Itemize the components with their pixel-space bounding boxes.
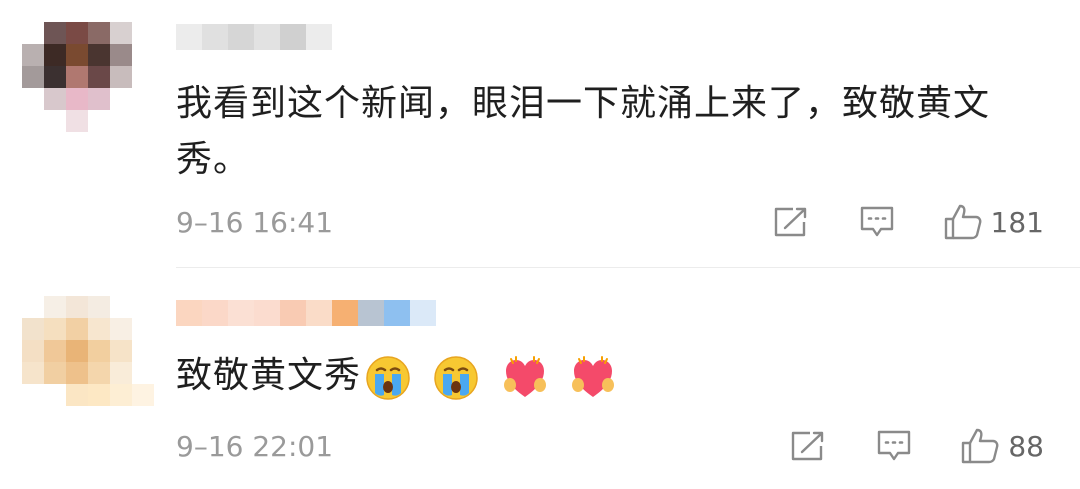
comment-item: 致敬黄文秀 9–16 22:01 88 bbox=[0, 268, 1080, 489]
heart-hands-icon bbox=[572, 356, 615, 397]
username-blurred bbox=[176, 24, 356, 50]
heart-hands-icon bbox=[503, 356, 546, 397]
username-blurred bbox=[176, 300, 436, 326]
like-count: 88 bbox=[1008, 429, 1044, 463]
share-button[interactable] bbox=[773, 206, 809, 238]
like-count: 181 bbox=[990, 205, 1044, 239]
thumbs-up-icon bbox=[944, 204, 981, 240]
comment-actions: 88 bbox=[790, 426, 1044, 466]
share-icon bbox=[774, 207, 806, 237]
emoji-row bbox=[365, 349, 626, 405]
comment-icon bbox=[860, 206, 893, 237]
comment-time: 9–16 22:01 bbox=[176, 430, 334, 463]
comment-actions: 181 bbox=[773, 202, 1044, 242]
crying-face-icon bbox=[366, 356, 410, 400]
comment-text: 致敬黄文秀 bbox=[176, 348, 1056, 405]
avatar[interactable] bbox=[22, 296, 154, 428]
comment-time: 9–16 16:41 bbox=[176, 206, 334, 239]
comment-text-content: 致敬黄文秀 bbox=[176, 355, 362, 396]
comment-icon bbox=[878, 430, 911, 461]
comment-item: 我看到这个新闻，眼泪一下就涌上来了，致敬黄文秀。 9–16 16:41 181 bbox=[0, 0, 1080, 268]
comment-button[interactable] bbox=[859, 205, 895, 239]
share-button[interactable] bbox=[790, 430, 826, 462]
comment-text: 我看到这个新闻，眼泪一下就涌上来了，致敬黄文秀。 bbox=[176, 83, 991, 180]
comment-button[interactable] bbox=[876, 429, 912, 463]
thumbs-up-icon bbox=[962, 428, 999, 464]
crying-face-icon bbox=[434, 356, 479, 400]
like-button[interactable]: 181 bbox=[943, 203, 1044, 241]
share-icon bbox=[792, 431, 824, 461]
like-button[interactable]: 88 bbox=[960, 427, 1044, 465]
avatar[interactable] bbox=[22, 0, 154, 132]
